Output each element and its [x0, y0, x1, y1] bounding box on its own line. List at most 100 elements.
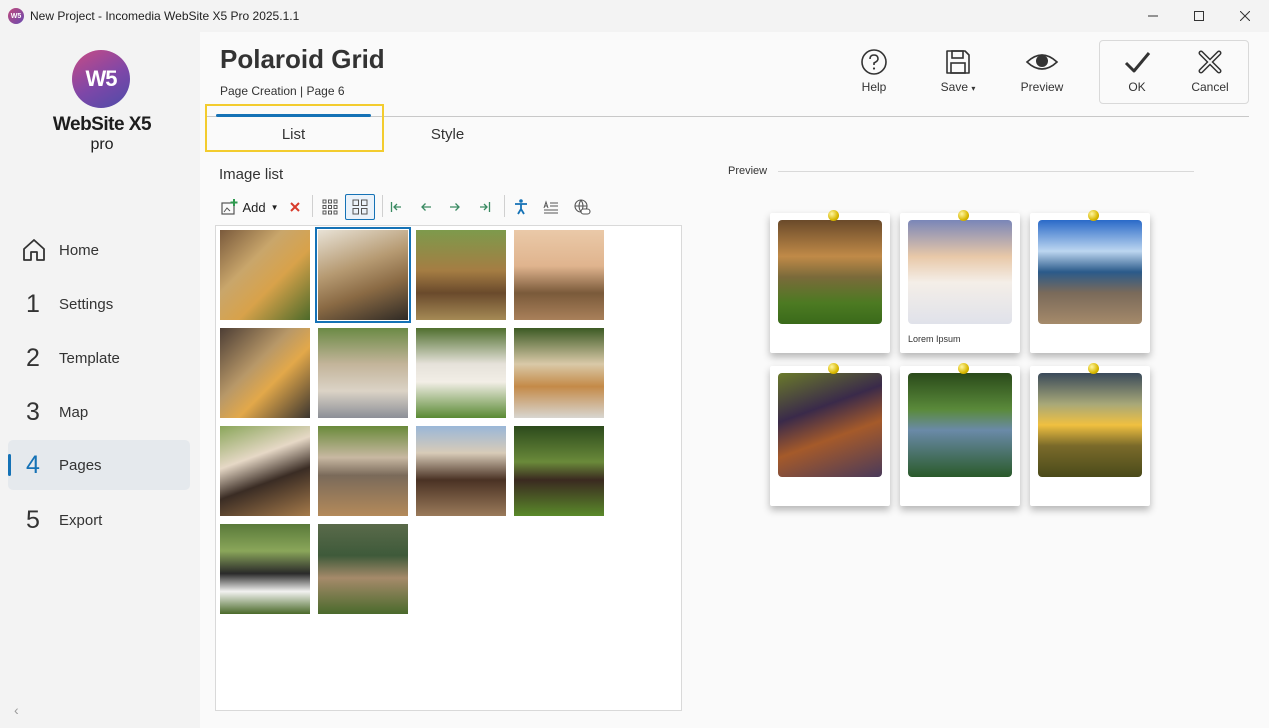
accessibility-icon — [515, 199, 527, 215]
app-logo: W5 WebSite X5 pro — [52, 50, 152, 160]
image-list-toolbar: Add ▼ — [216, 192, 616, 220]
image-thumbnail[interactable] — [220, 426, 310, 516]
tab-highlight-box — [205, 104, 384, 152]
preview-button[interactable]: Preview — [1010, 48, 1074, 100]
polaroid-card — [1030, 210, 1150, 353]
app-icon: W5 — [8, 8, 24, 24]
logo-mark: W5 — [72, 50, 130, 108]
polaroid-card — [1030, 363, 1150, 506]
save-label: Save ▾ — [940, 80, 976, 94]
step-number: 5 — [26, 505, 40, 534]
image-thumbnail[interactable] — [514, 230, 604, 320]
link-globe-icon — [574, 199, 591, 215]
sidebar-item-label: Home — [59, 241, 100, 259]
pin-icon — [958, 363, 969, 374]
cancel-button[interactable]: Cancel — [1178, 48, 1242, 100]
polaroid-card — [770, 363, 890, 506]
preview-divider — [778, 171, 1194, 172]
sidebar-item-settings[interactable]: 1 Settings — [8, 279, 190, 329]
pin-icon — [828, 210, 839, 221]
chevron-down-icon: ▼ — [270, 202, 279, 212]
eye-icon — [1025, 54, 1059, 70]
step-number: 2 — [26, 343, 40, 372]
image-thumbnail[interactable] — [416, 230, 506, 320]
toolbar-divider — [312, 195, 313, 217]
add-label: Add — [242, 199, 266, 215]
delete-button[interactable] — [286, 196, 304, 218]
save-button[interactable]: Save ▾ — [926, 48, 990, 100]
minimize-button[interactable] — [1130, 0, 1176, 32]
step-number: 3 — [26, 397, 40, 426]
maximize-button[interactable] — [1176, 0, 1222, 32]
image-thumbnail[interactable] — [514, 328, 604, 418]
polaroid-photo — [778, 220, 882, 324]
move-first-button[interactable] — [387, 196, 405, 218]
image-list-panel[interactable] — [215, 225, 682, 711]
help-button[interactable]: Help — [842, 48, 906, 100]
cancel-x-icon — [1198, 50, 1222, 74]
sidebar-item-pages[interactable]: 4 Pages — [8, 440, 190, 490]
checkmark-icon — [1124, 52, 1151, 73]
pin-icon — [958, 210, 969, 221]
image-thumbnail[interactable] — [220, 524, 310, 614]
home-icon — [23, 239, 45, 261]
image-thumbnail[interactable] — [318, 524, 408, 614]
title-bar: W5 New Project - Incomedia WebSite X5 Pr… — [0, 0, 1269, 32]
image-thumbnail[interactable] — [318, 426, 408, 516]
sidebar-item-home[interactable]: Home — [8, 225, 190, 275]
sidebar-item-label: Template — [59, 349, 120, 367]
preview-label: Preview — [1020, 80, 1064, 94]
help-icon — [861, 49, 887, 75]
add-button[interactable]: Add ▼ — [219, 196, 281, 218]
grid-large-icon — [352, 199, 368, 215]
image-thumbnail[interactable] — [416, 426, 506, 516]
delete-icon — [290, 202, 300, 212]
pin-icon — [1088, 210, 1099, 221]
close-window-button[interactable] — [1222, 0, 1268, 32]
arrow-right-icon — [450, 203, 460, 211]
caption-button[interactable] — [542, 196, 560, 218]
close-icon — [1240, 11, 1250, 21]
step-number: 1 — [26, 289, 40, 318]
image-thumbnail[interactable] — [220, 328, 310, 418]
image-thumbnail[interactable] — [416, 328, 506, 418]
tab-style[interactable]: Style — [385, 117, 510, 151]
text-caption-icon — [543, 200, 558, 214]
polaroid-card — [900, 363, 1020, 506]
ok-label: OK — [1128, 80, 1146, 94]
step-number: 4 — [26, 450, 40, 479]
sidebar-item-template[interactable]: 2 Template — [8, 333, 190, 383]
arrow-left-icon — [421, 203, 431, 211]
sidebar-item-map[interactable]: 3 Map — [8, 387, 190, 437]
preview-label: Preview — [728, 165, 768, 177]
move-right-button[interactable] — [446, 196, 464, 218]
sidebar-item-label: Export — [59, 511, 103, 529]
image-list-label: Image list — [219, 166, 284, 183]
save-icon — [946, 50, 970, 74]
sidebar-item-label: Map — [59, 403, 89, 421]
image-thumbnail[interactable] — [318, 328, 408, 418]
move-left-button[interactable] — [417, 196, 435, 218]
polaroid-card: Lorem Ipsum — [900, 210, 1020, 353]
pin-icon — [1088, 363, 1099, 374]
image-thumbnail[interactable] — [315, 227, 411, 323]
sidebar-item-label: Pages — [59, 456, 102, 474]
sidebar-item-label: Settings — [59, 295, 114, 313]
toolbar-divider — [504, 195, 505, 217]
move-last-button[interactable] — [476, 196, 494, 218]
large-grid-view-button[interactable] — [345, 194, 375, 220]
sidebar-item-export[interactable]: 5 Export — [8, 495, 190, 545]
maximize-icon — [1194, 11, 1204, 21]
small-grid-view-button[interactable] — [319, 196, 341, 218]
image-thumbnail[interactable] — [514, 426, 604, 516]
ok-button[interactable]: OK — [1105, 48, 1169, 100]
polaroid-photo — [908, 220, 1012, 324]
move-last-icon — [480, 202, 491, 212]
window-title: New Project - Incomedia WebSite X5 Pro 2… — [30, 9, 300, 23]
link-button[interactable] — [572, 196, 592, 218]
move-first-icon — [390, 202, 401, 212]
collapse-sidebar-button[interactable]: ‹ — [14, 702, 19, 718]
polaroid-caption: Lorem Ipsum — [908, 334, 961, 344]
accessibility-button[interactable] — [512, 196, 530, 218]
image-thumbnail[interactable] — [220, 230, 310, 320]
